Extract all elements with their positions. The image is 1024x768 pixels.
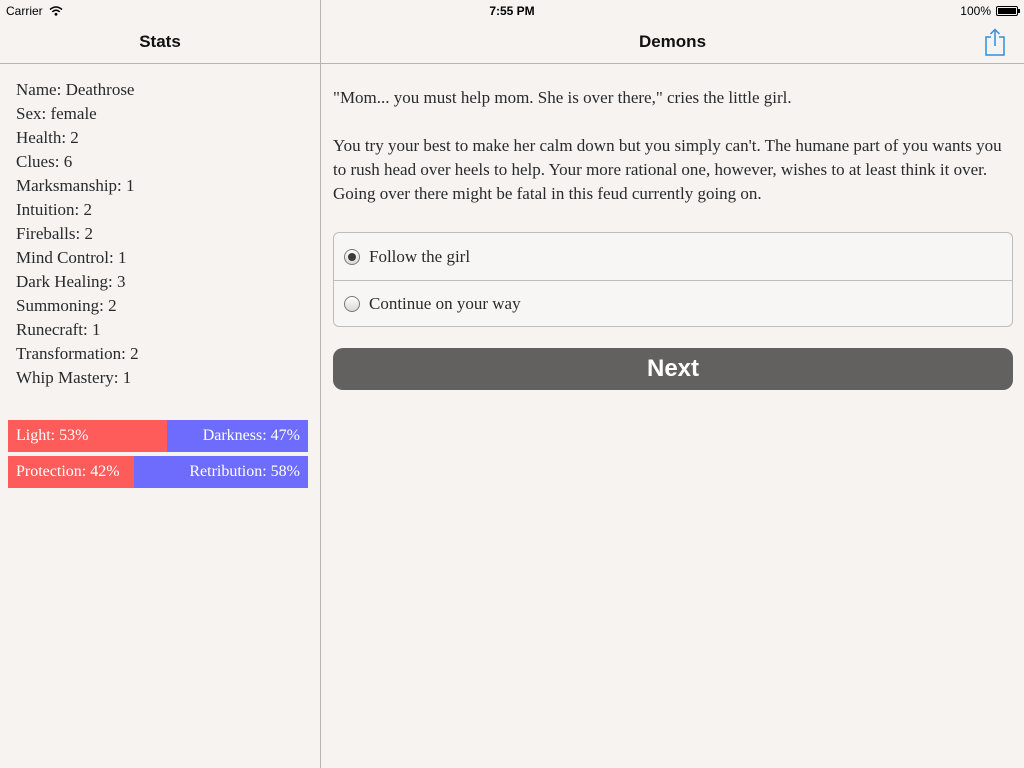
choice-follow-the-girl[interactable]: Follow the girl: [334, 233, 1012, 280]
stats-navbar: Stats: [0, 20, 320, 64]
story-paragraph: You try your best to make her calm down …: [333, 136, 1002, 203]
status-bar: Carrier 7:55 PM 100%: [0, 0, 1024, 20]
stat-clues: Clues: 6: [16, 152, 73, 171]
light-darkness-bar: Light: 53% Darkness: 47%: [8, 420, 308, 452]
stat-name: Name: Deathrose: [16, 80, 135, 99]
story-paragraph: "Mom... you must help mom. She is over t…: [333, 88, 792, 107]
stat-fireballs: Fireballs: 2: [16, 224, 93, 243]
battery-percent: 100%: [960, 4, 991, 18]
battery-indicator: 100%: [960, 4, 1020, 18]
stat-mind-control: Mind Control: 1: [16, 248, 127, 267]
protection-segment: Protection: 42%: [8, 456, 134, 488]
stat-dark-healing: Dark Healing: 3: [16, 272, 126, 291]
battery-icon: [996, 6, 1020, 16]
next-button[interactable]: Next: [333, 348, 1013, 390]
stat-health: Health: 2: [16, 128, 79, 147]
protection-retribution-bar: Protection: 42% Retribution: 58%: [8, 456, 308, 488]
radio-selected-icon[interactable]: [344, 248, 360, 265]
stat-transformation: Transformation: 2: [16, 344, 139, 363]
choice-label: Follow the girl: [369, 246, 471, 266]
choice-label: Continue on your way: [369, 294, 521, 313]
stats-list: Name: Deathrose Sex: female Health: 2 Cl…: [16, 78, 139, 390]
story-title: Demons: [638, 32, 707, 51]
choice-continue-on-your-way[interactable]: Continue on your way: [334, 280, 1012, 327]
story-text: "Mom... you must help mom. She is over t…: [333, 86, 1013, 230]
radio-unselected-icon[interactable]: [344, 296, 360, 312]
stat-intuition: Intuition: 2: [16, 200, 93, 219]
share-icon: [985, 28, 1005, 56]
app-screen: Stats Name: Deathrose Sex: female Health…: [0, 0, 1024, 768]
stat-marksmanship: Marksmanship: 1: [16, 176, 135, 195]
share-button[interactable]: [982, 28, 1008, 56]
light-segment: Light: 53%: [8, 420, 167, 452]
clock: 7:55 PM: [489, 4, 535, 18]
stat-runecraft: Runecraft: 1: [16, 320, 101, 339]
retribution-segment: Retribution: 58%: [134, 456, 308, 488]
story-navbar: Demons: [321, 20, 1024, 64]
story-pane: Demons "Mom... you must help mom. She is…: [321, 0, 1024, 768]
stats-pane: Stats Name: Deathrose Sex: female Health…: [0, 0, 320, 768]
stat-sex: Sex: female: [16, 104, 97, 123]
darkness-segment: Darkness: 47%: [167, 420, 308, 452]
stat-summoning: Summoning: 2: [16, 296, 117, 315]
stats-title: Stats: [139, 32, 181, 51]
choice-list: Follow the girl Continue on your way: [333, 232, 1013, 327]
stat-whip-mastery: Whip Mastery: 1: [16, 368, 132, 387]
